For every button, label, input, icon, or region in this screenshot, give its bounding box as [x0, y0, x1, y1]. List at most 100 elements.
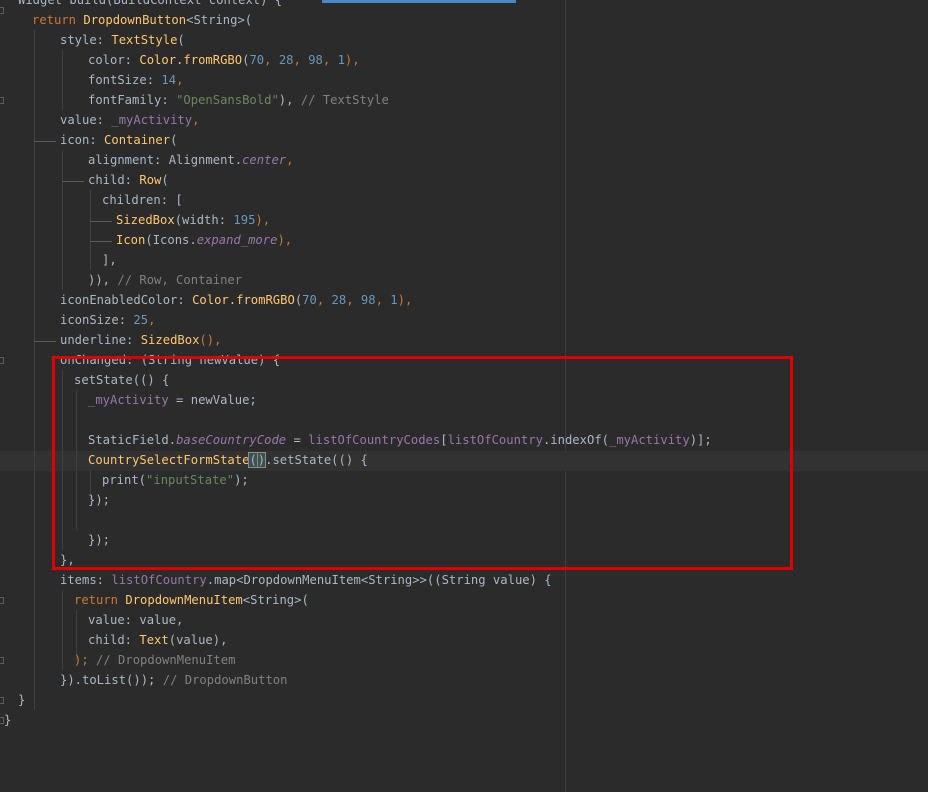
code-line[interactable]: }: [4, 710, 11, 730]
code-token: 28: [331, 293, 347, 307]
code-token: color:: [88, 53, 140, 67]
code-line[interactable]: )), // Row, Container: [88, 270, 242, 290]
code-token: TextStyle: [111, 33, 178, 47]
code-token: (value),: [168, 633, 228, 647]
code-token: listOfCountry: [111, 573, 207, 587]
code-line[interactable]: return DropdownButton<String>(: [32, 10, 252, 30]
code-line[interactable]: ],: [102, 250, 117, 270]
code-token: ),: [277, 233, 293, 247]
code-token: value: value,: [88, 613, 184, 627]
code-token: <String>(: [242, 593, 309, 607]
annotation-highlight-box: [52, 356, 793, 570]
code-token: 28: [278, 53, 294, 67]
code-token: ,: [264, 53, 279, 67]
code-token: 98: [308, 53, 323, 67]
code-token: Widget build(BuildContext context) {: [18, 0, 283, 7]
code-line[interactable]: fontFamily: "OpenSansBold"), // TextStyl…: [88, 90, 389, 110]
code-token: // Row, Container: [117, 273, 243, 287]
code-token: 1: [337, 53, 345, 67]
code-line[interactable]: return DropdownMenuItem<String>(: [74, 590, 309, 610]
code-token: style:: [60, 33, 112, 47]
code-line[interactable]: }: [18, 690, 25, 710]
code-token: 14: [161, 73, 177, 87]
code-line[interactable]: fontSize: 14,: [88, 70, 183, 90]
code-token: Text: [139, 633, 169, 647]
code-line[interactable]: value: _myActivity,: [60, 110, 199, 130]
code-line[interactable]: underline: SizedBox(),: [60, 330, 221, 350]
code-token: ,: [192, 113, 200, 127]
code-token: (),: [199, 333, 222, 347]
code-token: ),: [255, 213, 271, 227]
code-token: iconSize:: [60, 313, 134, 327]
code-token: ,: [293, 53, 309, 67]
code-token: 98: [360, 293, 376, 307]
code-token: iconEnabledColor:: [60, 293, 193, 307]
code-token: _myActivity: [111, 113, 193, 127]
code-token: // DropdownButton: [162, 673, 288, 687]
code-line[interactable]: alignment: Alignment.center,: [88, 150, 293, 170]
code-token: ,: [316, 293, 332, 307]
code-token: alignment: Alignment.: [88, 153, 243, 167]
code-line[interactable]: value: value,: [88, 610, 183, 630]
code-token: )),: [88, 273, 118, 287]
code-token: }: [4, 713, 12, 727]
code-token: ),: [397, 293, 413, 307]
code-token: // TextStyle: [300, 93, 389, 107]
code-line[interactable]: child: Row(: [88, 170, 169, 190]
code-line[interactable]: ); // DropdownMenuItem: [74, 650, 235, 670]
code-token: Row: [139, 173, 162, 187]
code-token: fromRGBO: [183, 53, 243, 67]
code-token: 195: [233, 213, 256, 227]
code-token: fontFamily:: [88, 93, 177, 107]
code-token: );: [74, 653, 97, 667]
code-token: .map<DropdownMenuItem<String>>((String v…: [206, 573, 552, 587]
code-line[interactable]: items: listOfCountry.map<DropdownMenuIte…: [60, 570, 552, 590]
code-line[interactable]: Icon(Icons.expand_more),: [116, 230, 292, 250]
code-token: value:: [60, 113, 112, 127]
code-token: "OpenSansBold": [176, 93, 279, 107]
code-token: items:: [60, 573, 112, 587]
code-token: ,: [375, 293, 391, 307]
code-line[interactable]: children: [: [102, 190, 183, 210]
code-token: ,: [148, 313, 156, 327]
editor-gutter[interactable]: [0, 0, 8, 792]
code-token: SizedBox: [140, 333, 200, 347]
code-token: }).toList());: [60, 673, 163, 687]
code-token: // DropdownMenuItem: [96, 653, 236, 667]
code-editor[interactable]: Widget build(BuildContext context) { retu…: [0, 0, 928, 792]
code-token: ,: [322, 53, 338, 67]
code-line[interactable]: color: Color.fromRGBO(70, 28, 98, 1),: [88, 50, 360, 70]
code-token: ,: [176, 73, 184, 87]
code-token: Icon: [116, 233, 146, 247]
code-line[interactable]: icon: Container(: [60, 130, 177, 150]
code-token: SizedBox: [116, 213, 175, 227]
code-line[interactable]: iconSize: 25,: [60, 310, 155, 330]
code-token: ),: [278, 93, 301, 107]
code-token: (: [170, 133, 178, 147]
code-line[interactable]: SizedBox(width: 195),: [116, 210, 270, 230]
code-token: (width:: [174, 213, 234, 227]
code-line[interactable]: child: Text(value),: [88, 630, 227, 650]
code-token: DropdownMenuItem: [125, 593, 243, 607]
code-token: 1: [390, 293, 398, 307]
code-token: (: [161, 173, 169, 187]
code-token: ],: [102, 253, 117, 267]
code-token: <String>(: [186, 13, 253, 27]
code-line[interactable]: }).toList()); // DropdownButton: [60, 670, 287, 690]
code-line[interactable]: iconEnabledColor: Color.fromRGBO(70, 28,…: [60, 290, 412, 310]
code-token: 25: [133, 313, 149, 327]
code-token: DropdownButton: [83, 13, 187, 27]
code-token: Color.: [139, 53, 184, 67]
code-token: Color.: [192, 293, 237, 307]
code-token: ,: [286, 153, 294, 167]
code-token: icon:: [60, 133, 105, 147]
code-token: return: [32, 13, 84, 27]
code-token: }: [18, 693, 26, 707]
code-token: (Icons.: [145, 233, 197, 247]
code-token: underline:: [60, 333, 141, 347]
code-line[interactable]: Widget build(BuildContext context) {: [18, 0, 282, 10]
code-token: children: [: [102, 193, 183, 207]
active-tab-indicator: [322, 0, 516, 3]
code-token: return: [74, 593, 126, 607]
code-line[interactable]: style: TextStyle(: [60, 30, 185, 50]
